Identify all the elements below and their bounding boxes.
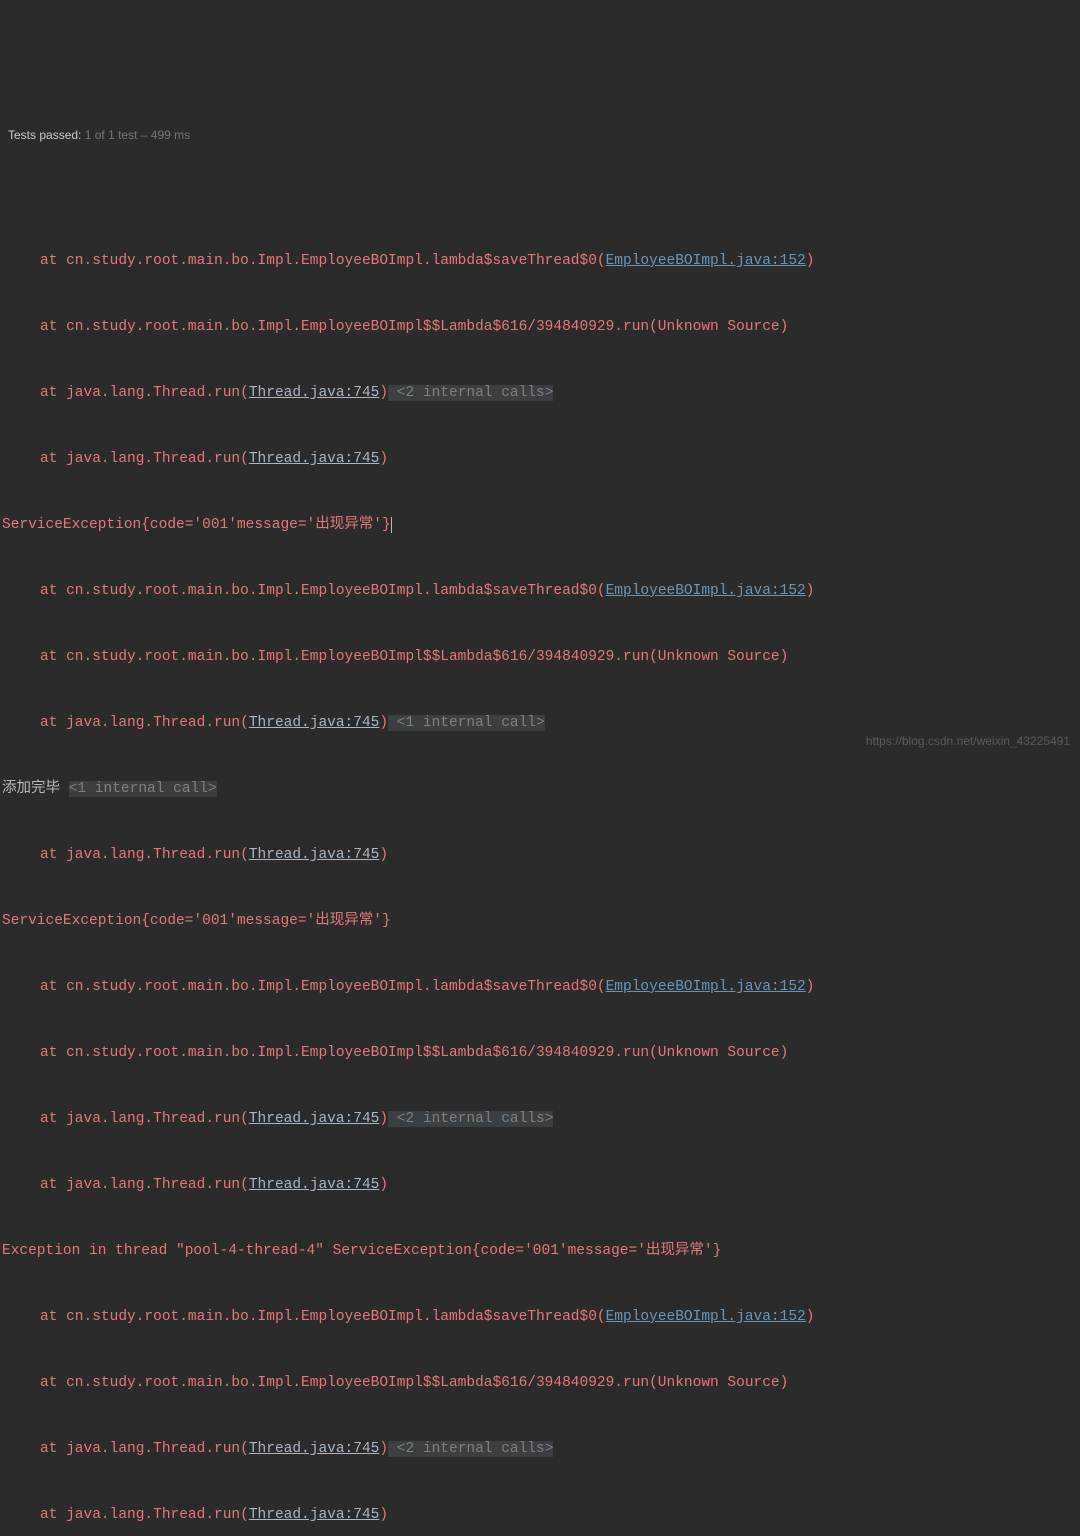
stack-frame: at cn.study.root.main.bo.Impl.EmployeeBO… [2, 641, 1080, 674]
source-link[interactable]: EmployeeBOImpl.java:152 [606, 979, 806, 995]
service-exception: ServiceException{code='001'message='出现异常… [2, 517, 392, 533]
exception-line: ServiceException{code='001'message='出现异常… [2, 509, 1080, 542]
at-label: at [40, 583, 66, 599]
frame-text: java.lang.Thread.run( [66, 715, 249, 731]
stack-frame: at java.lang.Thread.run(Thread.java:745) [2, 443, 1080, 476]
frame-close: ) [379, 1111, 388, 1127]
frame-text: java.lang.Thread.run( [66, 1441, 249, 1457]
internal-calls-badge: <1 internal call> [388, 715, 545, 731]
source-link[interactable]: EmployeeBOImpl.java:152 [606, 583, 806, 599]
frame-text: cn.study.root.main.bo.Impl.EmployeeBOImp… [66, 1375, 788, 1391]
source-link[interactable]: EmployeeBOImpl.java:152 [606, 1309, 806, 1325]
stack-frame: at java.lang.Thread.run(Thread.java:745) [2, 1169, 1080, 1202]
frame-text: cn.study.root.main.bo.Impl.EmployeeBOImp… [66, 1309, 606, 1325]
at-label: at [40, 1441, 66, 1457]
stack-frame: at cn.study.root.main.bo.Impl.EmployeeBO… [2, 1037, 1080, 1070]
frame-close: ) [806, 979, 815, 995]
frame-text: cn.study.root.main.bo.Impl.EmployeeBOImp… [66, 979, 606, 995]
stack-frame: at cn.study.root.main.bo.Impl.EmployeeBO… [2, 311, 1080, 344]
internal-calls-badge: <2 internal calls> [388, 1111, 553, 1127]
at-label: at [40, 1111, 66, 1127]
at-label: at [40, 1045, 66, 1061]
stack-frame: at java.lang.Thread.run(Thread.java:745)… [2, 1433, 1080, 1466]
stack-frame: at java.lang.Thread.run(Thread.java:745)… [2, 1103, 1080, 1136]
at-label: at [40, 1375, 66, 1391]
source-link[interactable]: EmployeeBOImpl.java:152 [606, 253, 806, 269]
at-label: at [40, 1507, 66, 1523]
stack-frame: at cn.study.root.main.bo.Impl.EmployeeBO… [2, 575, 1080, 608]
frame-close: ) [379, 847, 388, 863]
frame-text: java.lang.Thread.run( [66, 385, 249, 401]
at-label: at [40, 253, 66, 269]
stack-frame: at java.lang.Thread.run(Thread.java:745)… [2, 377, 1080, 410]
at-label: at [40, 451, 66, 467]
at-label: at [40, 1177, 66, 1193]
source-link[interactable]: Thread.java:745 [249, 847, 380, 863]
source-link[interactable]: Thread.java:745 [249, 451, 380, 467]
frame-text: cn.study.root.main.bo.Impl.EmployeeBOImp… [66, 649, 788, 665]
internal-calls-badge: <1 internal call> [69, 781, 217, 797]
frame-text: cn.study.root.main.bo.Impl.EmployeeBOImp… [66, 1045, 788, 1061]
frame-text: java.lang.Thread.run( [66, 1507, 249, 1523]
source-link[interactable]: Thread.java:745 [249, 715, 380, 731]
stack-frame: at cn.study.root.main.bo.Impl.EmployeeBO… [2, 971, 1080, 1004]
frame-text: java.lang.Thread.run( [66, 847, 249, 863]
tests-time: 499 ms [151, 128, 190, 142]
frame-close: ) [379, 1441, 388, 1457]
stack-frame: at cn.study.root.main.bo.Impl.EmployeeBO… [2, 1301, 1080, 1334]
frame-close: ) [379, 715, 388, 731]
source-link[interactable]: Thread.java:745 [249, 1441, 380, 1457]
frame-close: ) [379, 1507, 388, 1523]
internal-calls-badge: <2 internal calls> [388, 385, 553, 401]
watermark: https://blog.csdn.net/weixin_43225491 [866, 725, 1070, 758]
frame-close: ) [379, 451, 388, 467]
frame-text: java.lang.Thread.run( [66, 1111, 249, 1127]
exception-line: ServiceException{code='001'message='出现异常… [2, 905, 1080, 938]
frame-close: ) [379, 385, 388, 401]
at-label: at [40, 649, 66, 665]
stdout-text: 添加完毕 [2, 781, 69, 797]
tests-of-label: of 1 test – [91, 128, 150, 142]
internal-calls-badge: <2 internal calls> [388, 1441, 553, 1457]
at-label: at [40, 1309, 66, 1325]
stack-frame: at java.lang.Thread.run(Thread.java:745) [2, 1499, 1080, 1532]
exception-line: Exception in thread "pool-4-thread-4" Se… [2, 1235, 1080, 1268]
service-exception: ServiceException{code='001'message='出现异常… [2, 913, 391, 929]
frame-text: java.lang.Thread.run( [66, 451, 249, 467]
console-output: at cn.study.root.main.bo.Impl.EmployeeBO… [0, 212, 1080, 1536]
at-label: at [40, 847, 66, 863]
at-label: at [40, 385, 66, 401]
tests-passed-label: Tests passed: [8, 128, 85, 142]
frame-close: ) [806, 253, 815, 269]
at-label: at [40, 319, 66, 335]
stack-frame: at java.lang.Thread.run(Thread.java:745) [2, 839, 1080, 872]
stack-frame: at cn.study.root.main.bo.Impl.EmployeeBO… [2, 245, 1080, 278]
frame-close: ) [379, 1177, 388, 1193]
source-link[interactable]: Thread.java:745 [249, 385, 380, 401]
frame-text: cn.study.root.main.bo.Impl.EmployeeBOImp… [66, 319, 788, 335]
source-link[interactable]: Thread.java:745 [249, 1507, 380, 1523]
stdout-line: 添加完毕 <1 internal call> [2, 773, 1080, 806]
frame-text: cn.study.root.main.bo.Impl.EmployeeBOImp… [66, 253, 606, 269]
at-label: at [40, 979, 66, 995]
at-label: at [40, 715, 66, 731]
thread-exception: Exception in thread "pool-4-thread-4" Se… [2, 1243, 721, 1259]
frame-close: ) [806, 583, 815, 599]
source-link[interactable]: Thread.java:745 [249, 1111, 380, 1127]
frame-text: java.lang.Thread.run( [66, 1177, 249, 1193]
frame-text: cn.study.root.main.bo.Impl.EmployeeBOImp… [66, 583, 606, 599]
source-link[interactable]: Thread.java:745 [249, 1177, 380, 1193]
frame-close: ) [806, 1309, 815, 1325]
test-status-header: Tests passed: 1 of 1 test – 499 ms [0, 128, 1080, 142]
stack-frame: at cn.study.root.main.bo.Impl.EmployeeBO… [2, 1367, 1080, 1400]
